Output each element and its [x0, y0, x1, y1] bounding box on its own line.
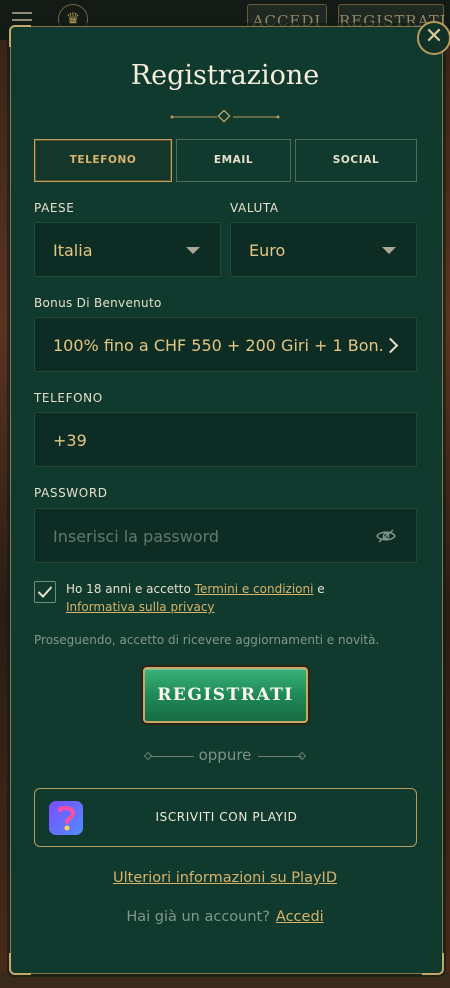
tab-social[interactable]: SOCIAL: [295, 139, 417, 182]
privacy-link[interactable]: Informativa sulla privacy: [66, 600, 215, 614]
tab-telefono[interactable]: TELEFONO: [34, 139, 172, 182]
currency-label: VALUTA: [230, 201, 279, 215]
phone-input[interactable]: +39: [34, 412, 417, 467]
phone-label: TELEFONO: [34, 391, 103, 405]
playid-info-link[interactable]: Ulteriori informazioni su PlayID: [0, 870, 450, 886]
country-value: Italia: [53, 241, 93, 260]
playid-signup-button[interactable]: ISCRIVITI CON PLAYID: [34, 788, 417, 847]
background-bottom-strip: [0, 972, 450, 988]
close-icon[interactable]: ✕: [417, 21, 450, 55]
consent-checkbox[interactable]: [34, 581, 56, 603]
bonus-label: Bonus Di Benvenuto: [34, 296, 162, 310]
eye-slash-icon[interactable]: [376, 528, 396, 544]
country-label: PAESE: [34, 201, 75, 215]
modal-title: Registrazione: [130, 60, 320, 91]
playid-button-label: ISCRIVITI CON PLAYID: [155, 810, 298, 824]
separator-text: oppure: [198, 746, 252, 764]
password-placeholder: Inserisci la password: [53, 527, 220, 546]
terms-link[interactable]: Termini e condizioni: [195, 582, 314, 596]
bonus-value: 100% fino a CHF 550 + 200 Giri + 1 Bon..…: [53, 336, 383, 355]
country-select[interactable]: Italia: [34, 222, 221, 277]
password-input[interactable]: Inserisci la password: [34, 508, 417, 563]
chevron-right-icon: [382, 337, 399, 354]
phone-value: +39: [53, 431, 87, 450]
consent-text-middle: e: [313, 582, 325, 596]
consent-text-before: Ho 18 anni e accetto: [66, 582, 195, 596]
bonus-select[interactable]: 100% fino a CHF 550 + 200 Giri + 1 Bon..…: [34, 317, 417, 372]
currency-select[interactable]: Euro: [230, 222, 417, 277]
title-divider-ornament: [170, 110, 280, 123]
have-account-text: Hai già un account?: [126, 909, 270, 925]
corner-ornament: [9, 25, 31, 47]
checkmark-icon: [37, 586, 53, 598]
register-button[interactable]: REGISTRATI: [143, 667, 308, 723]
have-account-row: Hai già un account? Accedi: [0, 909, 450, 925]
tab-email[interactable]: EMAIL: [176, 139, 291, 182]
separator-line: [258, 756, 302, 757]
chevron-down-icon: [382, 247, 396, 254]
consent-text: Ho 18 anni e accetto Termini e condizion…: [66, 580, 406, 616]
login-link[interactable]: Accedi: [276, 909, 324, 925]
chevron-down-icon: [186, 247, 200, 254]
corner-ornament: [422, 953, 444, 975]
corner-ornament: [9, 953, 31, 975]
marketing-notice: Proseguendo, accetto di ricevere aggiorn…: [34, 633, 380, 647]
currency-value: Euro: [249, 241, 286, 260]
password-label: PASSWORD: [34, 486, 108, 500]
